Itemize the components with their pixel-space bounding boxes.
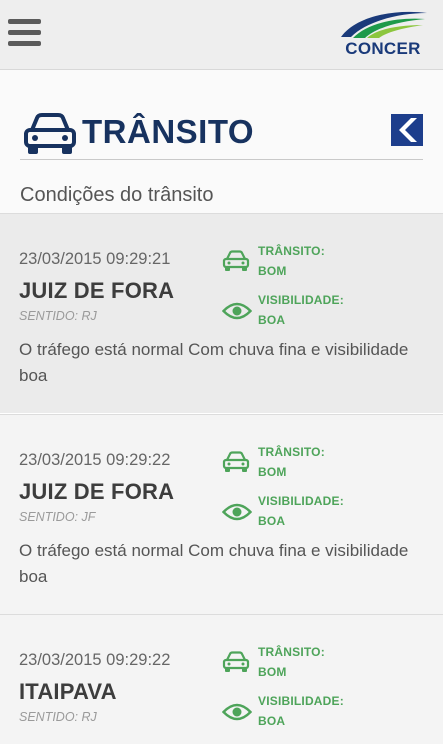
section-subtitle: Condições do trânsito <box>20 184 214 206</box>
card-city: JUIZ DE FORA <box>19 479 175 504</box>
traffic-value: BOM <box>258 465 287 479</box>
visibility-label: VISIBILIDADE: <box>258 494 344 508</box>
traffic-label: TRÂNSITO: <box>258 244 325 258</box>
visibility-value: BOA <box>258 514 286 528</box>
traffic-label: TRÂNSITO: <box>258 445 325 459</box>
card-direction: SENTIDO: RJ <box>19 309 97 323</box>
card-direction: SENTIDO: RJ <box>19 710 97 724</box>
traffic-card[interactable]: 23/03/2015 09:29:22 JUIZ DE FORA SENTIDO… <box>0 414 443 614</box>
card-description: O tráfego está normal Com chuva fina e v… <box>19 340 409 385</box>
divider <box>20 159 423 160</box>
back-button[interactable] <box>391 114 423 146</box>
card-direction: SENTIDO: JF <box>19 510 96 524</box>
card-city: ITAIPAVA <box>19 679 117 704</box>
traffic-value: BOM <box>258 264 287 278</box>
card-description: O tráfego está normal Com chuva fina e v… <box>19 541 409 586</box>
eye-icon <box>222 503 252 521</box>
traffic-label: TRÂNSITO: <box>258 645 325 659</box>
eye-icon <box>222 703 252 721</box>
top-app-bar: CONCER <box>0 0 443 70</box>
eye-icon <box>222 302 252 320</box>
car-icon <box>222 451 250 472</box>
car-icon <box>222 250 250 271</box>
visibility-value: BOA <box>258 714 286 728</box>
page-title: TRÂNSITO <box>82 113 255 150</box>
visibility-label: VISIBILIDADE: <box>258 293 344 307</box>
card-datetime: 23/03/2015 09:29:21 <box>19 250 171 268</box>
hamburger-menu-icon[interactable] <box>8 19 42 49</box>
concer-logo: CONCER <box>337 7 429 59</box>
card-datetime: 23/03/2015 09:29:22 <box>19 451 171 469</box>
visibility-label: VISIBILIDADE: <box>258 694 344 708</box>
traffic-card[interactable]: 23/03/2015 09:29:22 ITAIPAVA SENTIDO: RJ… <box>0 614 443 744</box>
card-city: JUIZ DE FORA <box>19 278 175 303</box>
traffic-card[interactable]: 23/03/2015 09:29:21 JUIZ DE FORA SENTIDO… <box>0 213 443 413</box>
card-datetime: 23/03/2015 09:29:22 <box>19 651 171 669</box>
traffic-value: BOM <box>258 665 287 679</box>
car-icon <box>222 651 250 672</box>
logo-swoosh-icon <box>341 11 427 38</box>
car-icon <box>24 113 76 154</box>
back-arrow-icon <box>399 118 417 142</box>
visibility-value: BOA <box>258 313 286 327</box>
logo-text: CONCER <box>345 39 421 58</box>
